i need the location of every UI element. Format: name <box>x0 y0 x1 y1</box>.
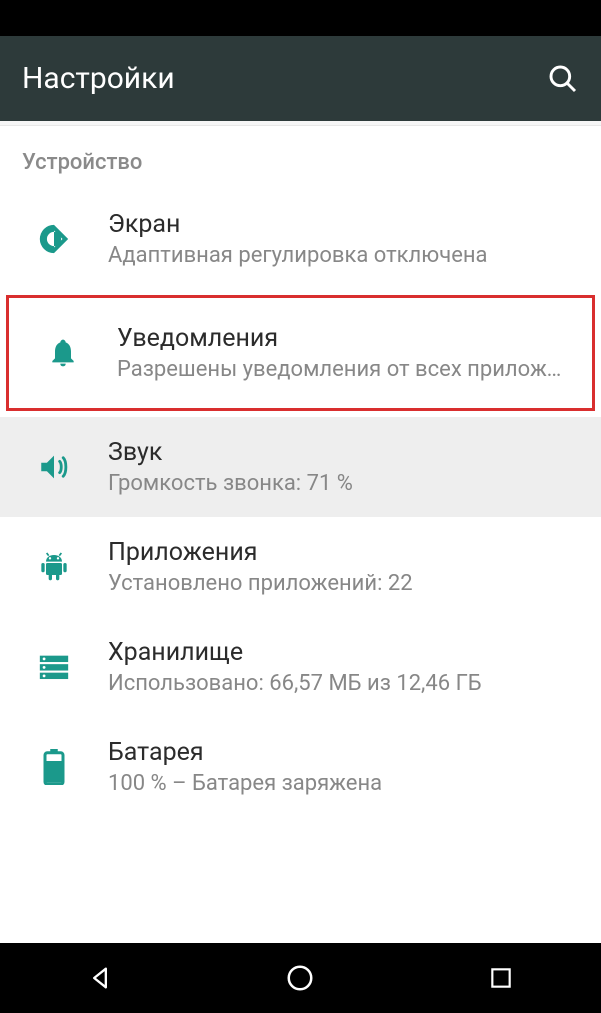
item-subtitle: Разрешены уведомления от всех приложе… <box>117 357 570 382</box>
battery-icon <box>0 749 108 785</box>
settings-item-storage[interactable]: Хранилище Использовано: 66,57 МБ из 12,4… <box>0 617 601 717</box>
settings-item-notifications[interactable]: Уведомления Разрешены уведомления от все… <box>6 295 595 411</box>
storage-icon <box>0 650 108 684</box>
app-bar: Настройки <box>0 36 601 121</box>
item-title: Хранилище <box>108 638 579 667</box>
item-title: Приложения <box>108 538 579 567</box>
recents-icon <box>488 965 514 991</box>
item-subtitle: Адаптивная регулировка отключена <box>108 243 579 268</box>
android-icon <box>0 551 108 583</box>
item-subtitle: Установлено приложений: 22 <box>108 571 579 596</box>
navigation-bar <box>0 943 601 1013</box>
item-title: Батарея <box>108 738 579 767</box>
status-bar <box>0 0 601 36</box>
back-button[interactable] <box>50 943 150 1013</box>
back-icon <box>86 964 114 992</box>
item-subtitle: 100 % – Батарея заряжена <box>108 771 579 796</box>
home-icon <box>285 963 315 993</box>
section-header-device: Устройство <box>0 126 601 189</box>
item-title: Экран <box>108 210 579 239</box>
settings-item-display[interactable]: Экран Адаптивная регулировка отключена <box>0 189 601 289</box>
home-button[interactable] <box>250 943 350 1013</box>
content: Устройство Экран Адаптивная регулировка … <box>0 126 601 943</box>
recents-button[interactable] <box>451 943 551 1013</box>
page-title: Настройки <box>22 61 175 96</box>
item-subtitle: Использовано: 66,57 МБ из 12,46 ГБ <box>108 671 579 696</box>
item-title: Звук <box>108 438 579 467</box>
settings-item-battery[interactable]: Батарея 100 % – Батарея заряжена <box>0 717 601 817</box>
volume-icon <box>0 450 108 484</box>
settings-item-apps[interactable]: Приложения Установлено приложений: 22 <box>0 517 601 617</box>
bell-icon <box>9 337 117 369</box>
item-subtitle: Громкость звонка: 71 % <box>108 471 579 496</box>
display-icon <box>0 222 108 256</box>
item-title: Уведомления <box>117 324 570 353</box>
search-icon <box>547 63 579 95</box>
settings-item-sound[interactable]: Звук Громкость звонка: 71 % <box>0 417 601 517</box>
search-button[interactable] <box>547 63 579 95</box>
